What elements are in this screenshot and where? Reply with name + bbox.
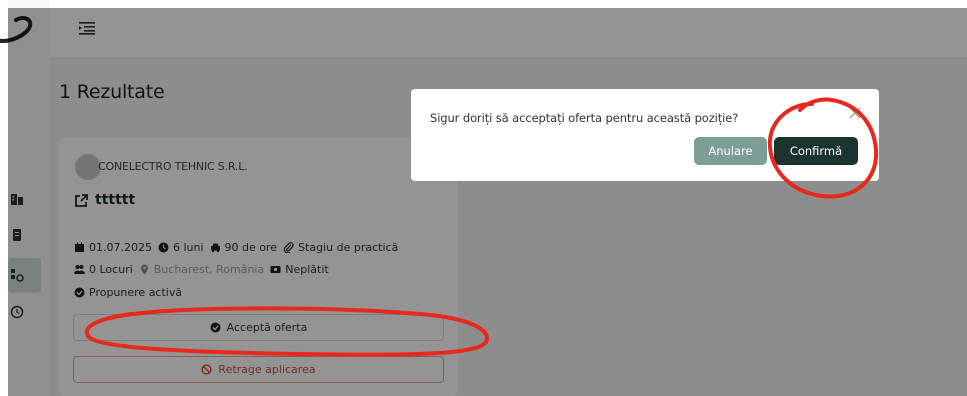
window-edge [0, 0, 8, 396]
confirm-dialog [411, 89, 879, 181]
modal-backdrop[interactable] [8, 8, 967, 396]
close-icon[interactable] [849, 107, 861, 119]
confirm-dialog-message: Sigur doriți să acceptați oferta pentru … [430, 111, 739, 125]
cancel-button[interactable]: Anulare [694, 137, 767, 165]
confirm-button[interactable]: Confirmă [774, 137, 858, 165]
